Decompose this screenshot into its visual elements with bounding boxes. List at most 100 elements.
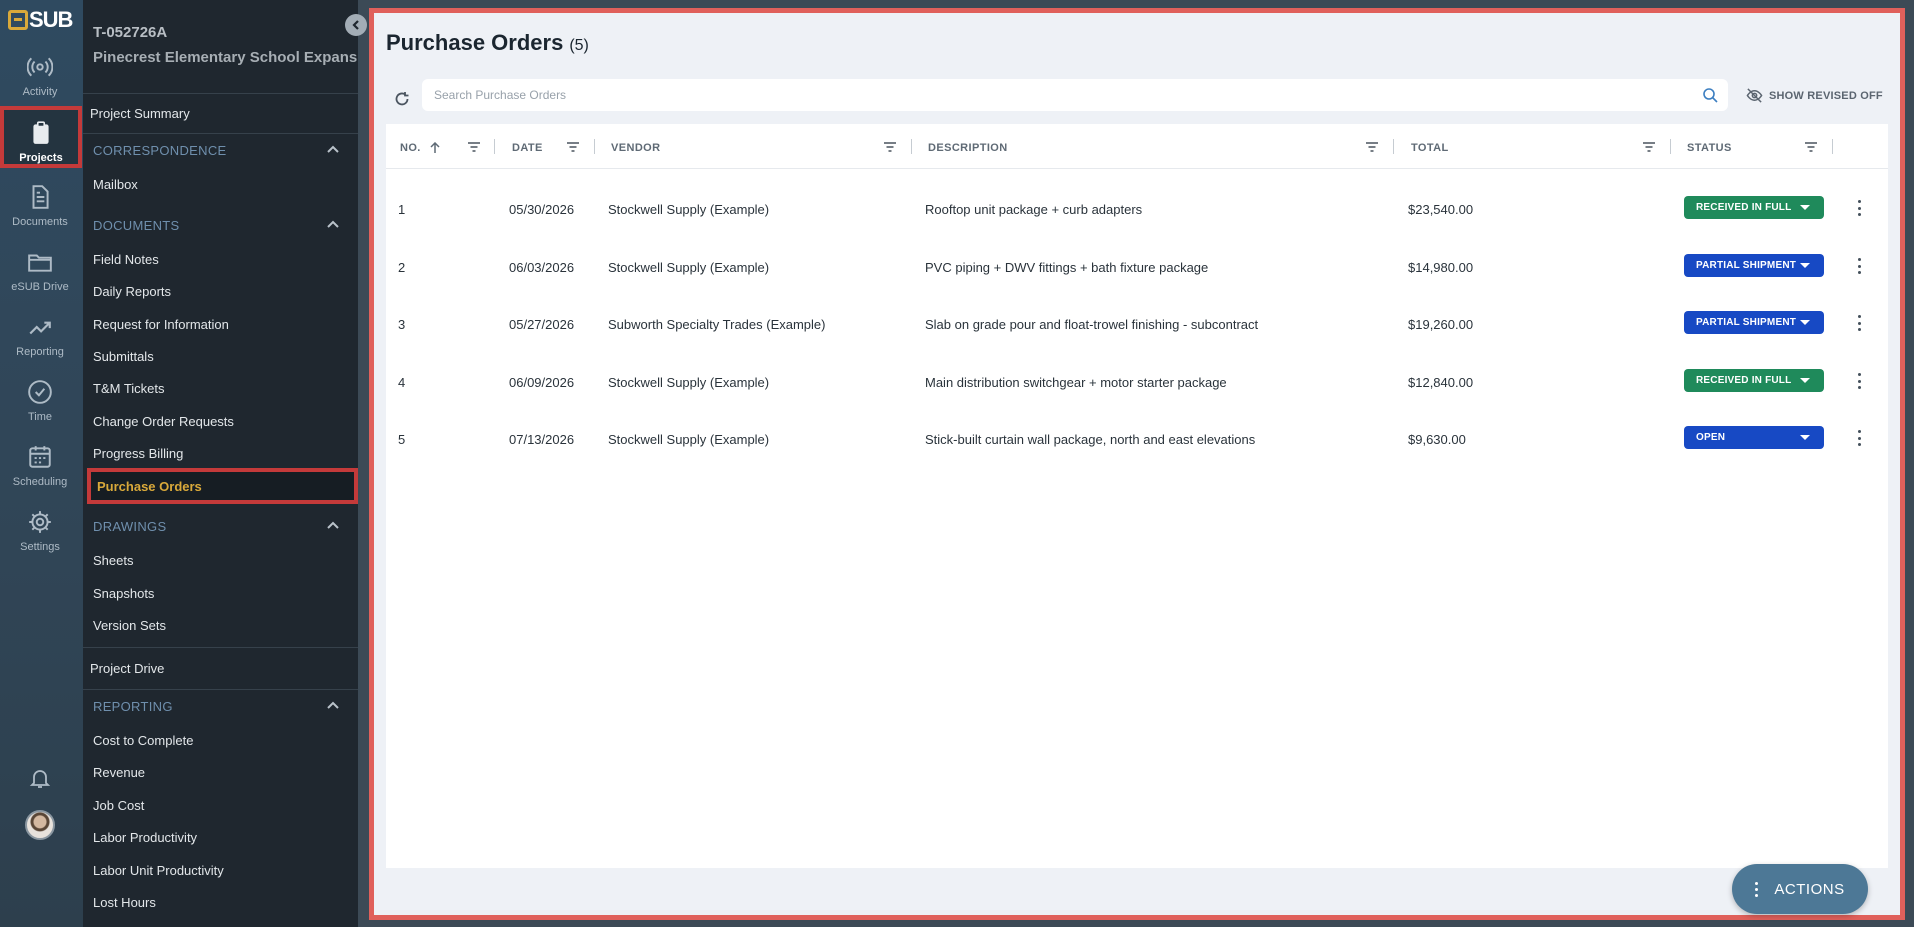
sidebar-item-cost-to-complete[interactable]: Cost to Complete [93, 733, 193, 748]
table-row[interactable]: 5 07/13/2026 Stockwell Supply (Example) … [386, 412, 1888, 469]
sidebar-item-submittals[interactable]: Submittals [93, 349, 154, 364]
cell-no: 2 [398, 260, 406, 275]
calendar-icon [29, 446, 51, 468]
sidebar-divider [83, 133, 358, 134]
sidebar-item-project-drive[interactable]: Project Drive [90, 661, 164, 676]
cell-description: PVC piping + DWV fittings + bath fixture… [925, 260, 1209, 275]
sidebar-item-labor-productivity[interactable]: Labor Productivity [93, 830, 197, 845]
chevron-left-icon [352, 20, 359, 30]
sidebar-item-version-sets[interactable]: Version Sets [93, 618, 166, 633]
cell-vendor: Stockwell Supply (Example) [608, 260, 770, 275]
rail-item-scheduling[interactable]: Scheduling [0, 432, 80, 492]
column-header-description[interactable]: DESCRIPTION [928, 142, 1008, 154]
document-icon [32, 185, 49, 209]
rail-label-reporting: Reporting [16, 346, 64, 358]
project-name: Pinecrest Elementary School Expansion [93, 49, 358, 66]
cell-vendor: Stockwell Supply (Example) [608, 375, 770, 390]
sidebar-item-field-notes[interactable]: Field Notes [93, 252, 159, 267]
sidebar-item-job-cost[interactable]: Job Cost [93, 798, 144, 813]
sidebar-item-revenue[interactable]: Revenue [93, 765, 145, 780]
show-revised-toggle[interactable]: SHOW REVISED OFF [1746, 87, 1883, 104]
section-documents[interactable]: DOCUMENTS [93, 218, 358, 233]
filter-icon[interactable] [883, 140, 897, 154]
collapse-sidebar-button[interactable] [345, 14, 367, 36]
filter-icon[interactable] [1804, 140, 1818, 154]
cell-vendor: Stockwell Supply (Example) [608, 432, 770, 447]
row-menu-icon[interactable] [1856, 430, 1862, 446]
status-dropdown[interactable]: OPEN [1684, 426, 1824, 449]
sidebar-item-progress-billing[interactable]: Progress Billing [93, 446, 183, 461]
cell-description: Slab on grade pour and float-trowel fini… [925, 317, 1259, 332]
rail-item-projects[interactable]: Projects [0, 106, 82, 168]
eye-off-icon [1746, 88, 1763, 103]
filter-icon[interactable] [1365, 140, 1379, 154]
sidebar-item-tm-tickets[interactable]: T&M Tickets [93, 381, 165, 396]
chevron-up-icon [327, 220, 339, 228]
rail-item-documents[interactable]: Documents [0, 172, 80, 232]
row-menu-icon[interactable] [1856, 315, 1862, 331]
table-row[interactable]: 2 06/03/2026 Stockwell Supply (Example) … [386, 240, 1888, 297]
table-row[interactable]: 1 05/30/2026 Stockwell Supply (Example) … [386, 182, 1888, 239]
status-dropdown[interactable]: PARTIAL SHIPMENT [1684, 254, 1824, 277]
notifications-button[interactable] [0, 766, 80, 790]
sidebar-divider [83, 93, 358, 94]
sidebar-item-rfi[interactable]: Request for Information [93, 317, 229, 332]
row-menu-icon[interactable] [1856, 373, 1862, 389]
rail-item-settings[interactable]: Settings [0, 497, 80, 557]
section-correspondence[interactable]: CORRESPONDENCE [93, 143, 358, 158]
sidebar-item-project-summary[interactable]: Project Summary [90, 106, 190, 121]
status-dropdown[interactable]: RECEIVED IN FULL [1684, 196, 1824, 219]
sidebar-item-lost-hours[interactable]: Lost Hours [93, 895, 156, 910]
app-rail: SUB Activity Projects Documents eSUB Dri… [0, 0, 83, 927]
cell-vendor: Stockwell Supply (Example) [608, 202, 770, 217]
sidebar-divider [83, 647, 358, 648]
chevron-up-icon [327, 701, 339, 709]
column-header-date[interactable]: DATE [512, 142, 543, 154]
column-header-vendor[interactable]: VENDOR [611, 142, 660, 154]
rail-item-activity[interactable]: Activity [0, 42, 80, 102]
rail-item-reporting[interactable]: Reporting [0, 302, 80, 362]
filter-icon[interactable] [566, 140, 580, 154]
row-menu-icon[interactable] [1856, 200, 1862, 216]
user-avatar-button[interactable] [0, 810, 80, 840]
status-dropdown[interactable]: RECEIVED IN FULL [1684, 369, 1824, 392]
purchase-orders-table: NO. DATE VENDOR DESCRIPTION TOTAL STATUS… [386, 124, 1888, 868]
status-label: RECEIVED IN FULL [1696, 375, 1792, 386]
column-header-status[interactable]: STATUS [1687, 142, 1732, 154]
sidebar-item-purchase-orders[interactable]: Purchase Orders [87, 468, 358, 504]
sidebar-item-snapshots[interactable]: Snapshots [93, 586, 154, 601]
sidebar-item-mailbox[interactable]: Mailbox [93, 177, 138, 192]
filter-icon[interactable] [467, 140, 481, 154]
esub-logo-text: SUB [29, 7, 73, 32]
section-reporting[interactable]: REPORTING [93, 699, 358, 714]
actions-button[interactable]: ACTIONS [1732, 864, 1868, 914]
filter-icon[interactable] [1642, 140, 1656, 154]
sidebar-item-labor-unit-productivity[interactable]: Labor Unit Productivity [93, 863, 224, 878]
chart-icon [29, 321, 51, 335]
section-drawings[interactable]: DRAWINGS [93, 519, 358, 534]
table-row[interactable]: 3 05/27/2026 Subworth Specialty Trades (… [386, 297, 1888, 354]
cell-description: Rooftop unit package + curb adapters [925, 202, 1143, 217]
row-menu-icon[interactable] [1856, 258, 1862, 274]
search-icon[interactable] [1702, 87, 1718, 103]
actions-label: ACTIONS [1774, 880, 1845, 898]
rail-item-esub-drive[interactable]: eSUB Drive [0, 237, 80, 297]
sidebar-item-sheets[interactable]: Sheets [93, 553, 133, 568]
rail-label-projects: Projects [19, 152, 63, 164]
sidebar-item-daily-reports[interactable]: Daily Reports [93, 284, 171, 299]
rail-label-documents: Documents [12, 216, 68, 228]
esub-logo[interactable]: SUB [8, 7, 73, 32]
status-dropdown[interactable]: PARTIAL SHIPMENT [1684, 311, 1824, 334]
search-input[interactable] [422, 79, 1682, 111]
sidebar-item-change-order-requests[interactable]: Change Order Requests [93, 414, 234, 429]
chevron-up-icon [327, 521, 339, 529]
column-header-total[interactable]: TOTAL [1411, 142, 1449, 154]
table-row[interactable]: 4 06/09/2026 Stockwell Supply (Example) … [386, 355, 1888, 412]
rail-item-time[interactable]: Time [0, 367, 80, 427]
clock-icon [28, 380, 52, 404]
refresh-icon[interactable] [394, 91, 410, 107]
bell-icon [29, 770, 51, 788]
status-label: RECEIVED IN FULL [1696, 202, 1792, 213]
rail-label-settings: Settings [20, 541, 60, 553]
column-header-no[interactable]: NO. [400, 142, 441, 154]
